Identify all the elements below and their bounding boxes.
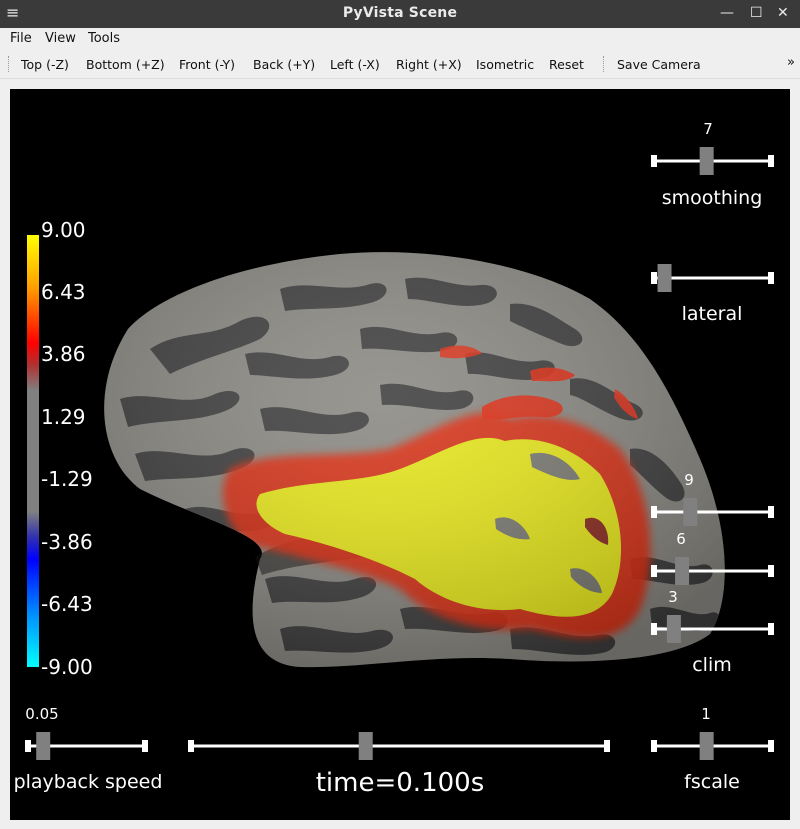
camera-toolbar: Top (-Z) Bottom (+Z) Front (-Y) Back (+Y… [0, 50, 800, 79]
reset-camera-button[interactable]: Reset [549, 57, 584, 72]
slider-end-cap [768, 155, 774, 167]
scene-canvas: 9.00 6.43 3.86 1.29 -1.29 -3.86 -6.43 -9… [14, 120, 774, 798]
colorbar-tick: 1.29 [41, 405, 86, 429]
slider-end-cap [651, 155, 657, 167]
colorbar-tick: -9.00 [41, 655, 93, 679]
playback-speed-slider[interactable]: 0.05 playback speed [14, 705, 163, 793]
view-right-button[interactable]: Right (+X) [396, 57, 462, 72]
close-icon[interactable]: ✕ [777, 4, 789, 22]
slider-handle[interactable] [666, 615, 681, 643]
slider-end-cap [651, 506, 657, 518]
menu-tools[interactable]: Tools [88, 31, 120, 46]
slider-handle[interactable] [683, 498, 698, 526]
slider-end-cap [25, 740, 31, 752]
colorbar-tick: -6.43 [41, 592, 93, 616]
smoothing-slider[interactable]: 7 smoothing [651, 120, 774, 209]
slider-end-cap [768, 565, 774, 577]
time-slider[interactable]: time=0.100s [188, 732, 610, 798]
view-left-button[interactable]: Left (-X) [330, 57, 380, 72]
toolbar-separator [603, 56, 606, 72]
fscale-slider[interactable]: 1 fscale [651, 705, 774, 793]
slider-handle[interactable] [675, 557, 690, 585]
slider-end-cap [768, 272, 774, 284]
colorbar-tick: 6.43 [41, 280, 86, 304]
colorbar-tick: 9.00 [41, 218, 86, 242]
slider-end-cap [604, 740, 610, 752]
toolbar-overflow-icon[interactable]: » [787, 55, 795, 70]
colorbar: 9.00 6.43 3.86 1.29 -1.29 -3.86 -6.43 -9… [27, 218, 93, 679]
slider-end-cap [651, 740, 657, 752]
surface-shading [104, 252, 725, 668]
slider-handle[interactable] [657, 264, 672, 292]
slider-end-cap [142, 740, 148, 752]
toolbar-grip[interactable] [8, 56, 11, 72]
colorbar-gradient [27, 235, 39, 667]
slider-end-cap [651, 623, 657, 635]
brain-surface [104, 252, 725, 668]
window-title: PyVista Scene [342, 5, 458, 21]
save-camera-button[interactable]: Save Camera [617, 57, 701, 72]
view-front-button[interactable]: Front (-Y) [179, 57, 235, 72]
lateral-slider[interactable]: lateral [651, 264, 774, 325]
slider-handle[interactable] [358, 732, 373, 760]
render-viewport[interactable]: 9.00 6.43 3.86 1.29 -1.29 -3.86 -6.43 -9… [10, 89, 790, 820]
fscale-label: fscale [684, 771, 740, 793]
view-back-button[interactable]: Back (+Y) [253, 57, 315, 72]
view-isometric-button[interactable]: Isometric [476, 57, 534, 72]
colorbar-tick: -3.86 [41, 530, 93, 554]
slider-end-cap [768, 506, 774, 518]
clim-high-value: 9 [684, 471, 694, 489]
playback-speed-value: 0.05 [25, 705, 58, 723]
menu-view[interactable]: View [45, 31, 76, 46]
title-bar: ≡ PyVista Scene — ☐ ✕ [0, 0, 800, 28]
slider-end-cap [651, 272, 657, 284]
menu-file[interactable]: File [10, 31, 32, 46]
colorbar-tick: -1.29 [41, 467, 93, 491]
smoothing-label: smoothing [662, 187, 763, 209]
lateral-label: lateral [682, 303, 743, 325]
view-top-button[interactable]: Top (-Z) [21, 57, 69, 72]
colorbar-tick: 3.86 [41, 342, 86, 366]
view-bottom-button[interactable]: Bottom (+Z) [86, 57, 165, 72]
playback-speed-label: playback speed [14, 771, 163, 793]
slider-end-cap [768, 623, 774, 635]
slider-handle[interactable] [699, 732, 714, 760]
slider-handle[interactable] [36, 732, 51, 760]
fscale-value: 1 [701, 705, 711, 723]
smoothing-value: 7 [703, 120, 713, 138]
slider-handle[interactable] [699, 147, 714, 175]
clim-low-value: 3 [668, 588, 678, 606]
time-label: time=0.100s [316, 768, 485, 798]
menu-bar: File View Tools [0, 28, 800, 49]
clim-label: clim [692, 654, 732, 676]
slider-end-cap [188, 740, 194, 752]
slider-end-cap [768, 740, 774, 752]
minimize-icon[interactable]: — [720, 4, 734, 22]
clim-mid-value: 6 [676, 530, 686, 548]
slider-end-cap [651, 565, 657, 577]
maximize-icon[interactable]: ☐ [750, 4, 763, 22]
